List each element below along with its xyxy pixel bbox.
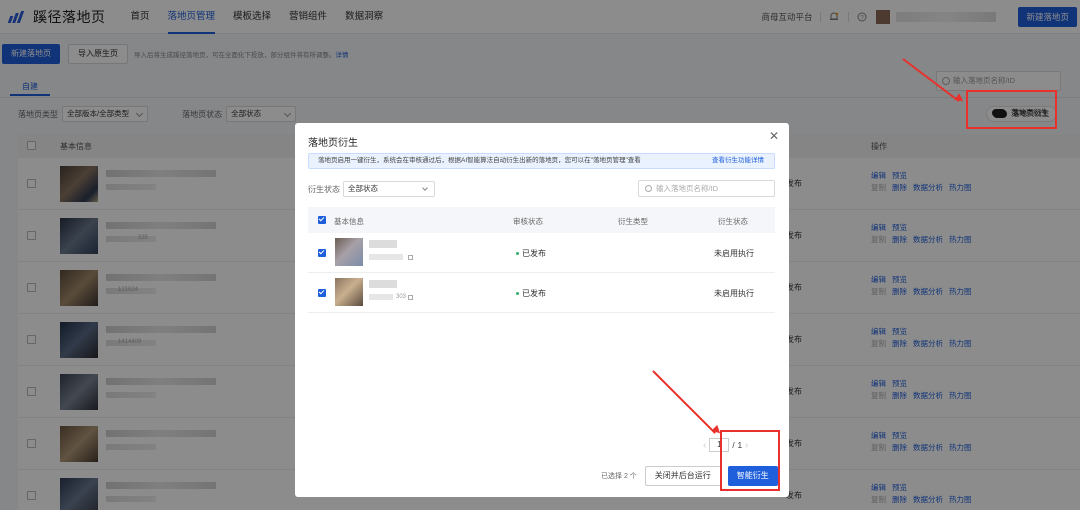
audit-status: 已发布: [516, 248, 546, 259]
highlight-box-smart-derive: [720, 430, 780, 491]
select-all-checkbox[interactable]: [318, 216, 326, 224]
table-row: 已发布 未启用执行: [308, 233, 775, 273]
derive-modal: 落地页衍生 ✕ 落地页启用一键衍生，系统会在审核通过后，根据AI智能算法自动衍生…: [295, 123, 789, 497]
table-row: 303 已发布 未启用执行: [308, 273, 775, 313]
derive-toggle-highlighted[interactable]: 落地页衍生: [986, 106, 1055, 122]
page-id-redacted: [369, 254, 403, 260]
derive-status-label: 衍生状态: [308, 184, 340, 194]
modal-title: 落地页衍生: [308, 138, 358, 149]
col-derive-type: 衍生类型: [618, 217, 648, 226]
page-thumbnail: [335, 278, 363, 306]
toggle-switch-icon: [992, 109, 1006, 117]
close-and-run-background-button[interactable]: 关闭并后台运行: [644, 466, 721, 486]
selected-count: 已选择 2 个: [601, 473, 637, 480]
page-name-redacted: [369, 240, 397, 248]
page-name-redacted: [369, 280, 397, 288]
modal-search-input[interactable]: 输入落地页名称/ID: [638, 180, 775, 197]
col-derive-status: 衍生状态: [718, 217, 748, 226]
derive-toggle-label: 落地页衍生: [1011, 108, 1049, 117]
derive-status: 未启用执行: [714, 289, 754, 298]
page-id-redacted: [369, 294, 393, 300]
col-audit-status: 审核状态: [513, 217, 543, 226]
audit-status: 已发布: [516, 288, 546, 299]
info-text: 落地页启用一键衍生，系统会在审核通过后，根据AI智能算法自动衍生出新的落地页，您…: [318, 157, 641, 164]
prev-page-icon[interactable]: ‹: [703, 440, 706, 451]
copy-id-icon[interactable]: [408, 295, 413, 300]
close-icon[interactable]: ✕: [769, 129, 779, 143]
derive-status-select[interactable]: 全部状态: [343, 181, 435, 197]
info-banner: 落地页启用一键衍生，系统会在审核通过后，根据AI智能算法自动衍生出新的落地页，您…: [308, 153, 775, 169]
row-checkbox[interactable]: [318, 249, 326, 257]
col-basic-info: 基本信息: [334, 217, 364, 226]
derive-status: 未启用执行: [714, 249, 754, 258]
page-thumbnail: [335, 238, 363, 266]
derive-detail-link[interactable]: 查看衍生功能详情: [712, 154, 764, 168]
modal-filter: 衍生状态 全部状态: [308, 181, 435, 197]
row-checkbox[interactable]: [318, 289, 326, 297]
page-id-partial: 303: [396, 294, 407, 300]
copy-id-icon[interactable]: [408, 255, 413, 260]
modal-table: 基本信息 审核状态 衍生类型 衍生状态 已发布 未启用执行 303 已发布 未启…: [308, 207, 775, 313]
modal-table-header: 基本信息 审核状态 衍生类型 衍生状态: [308, 207, 775, 233]
